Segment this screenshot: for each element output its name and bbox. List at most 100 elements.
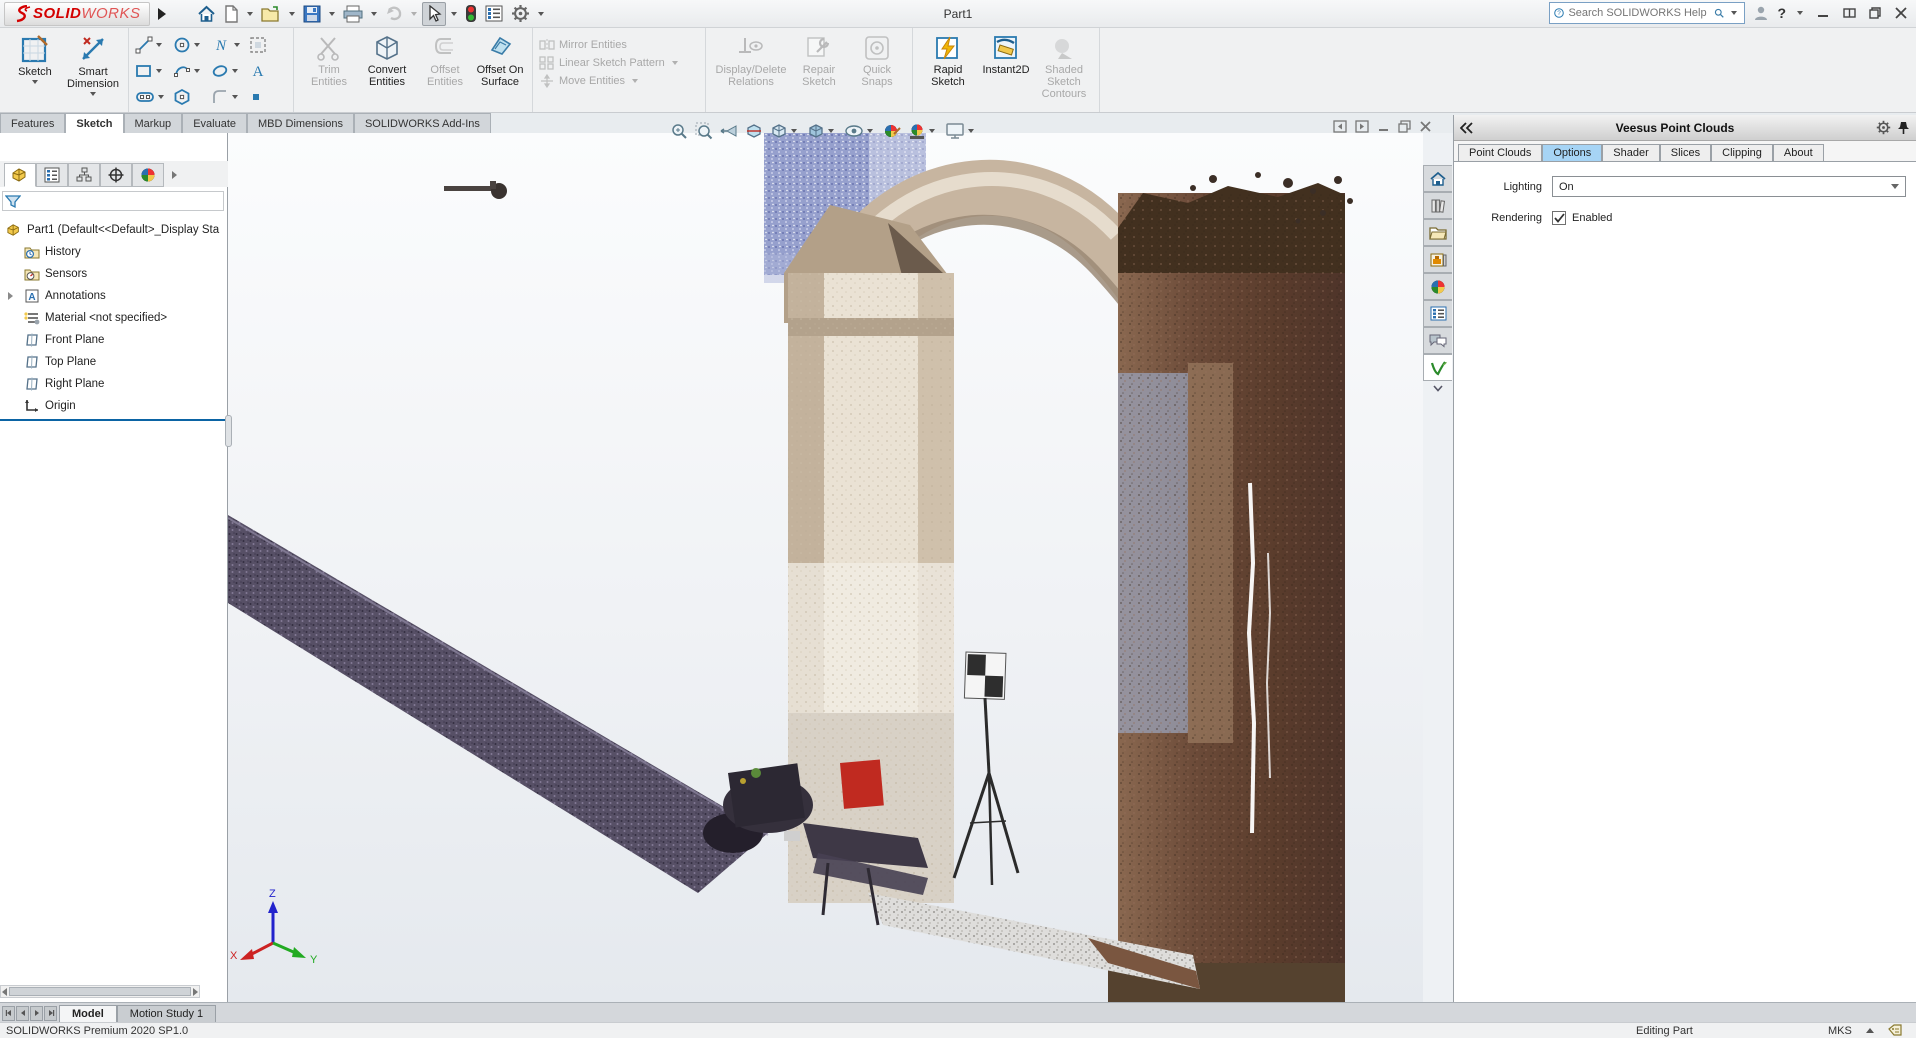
line-tool-dropdown[interactable]: [156, 43, 162, 47]
rebuild-button[interactable]: [462, 2, 480, 26]
fillet-tool[interactable]: [211, 88, 249, 106]
status-units-selector[interactable]: MKS: [1828, 1024, 1903, 1037]
document-close-icon[interactable]: [1419, 120, 1432, 133]
appearances-scenes-tab[interactable]: [1423, 273, 1452, 300]
edit-appearance-button[interactable]: [881, 122, 903, 140]
view-orientation-button[interactable]: [768, 122, 802, 140]
search-dropdown[interactable]: [1731, 11, 1737, 15]
tree-item-origin[interactable]: Origin: [0, 395, 228, 417]
resize-button[interactable]: [1840, 4, 1858, 22]
veesus-tab-about[interactable]: About: [1773, 144, 1824, 161]
rectangle-tool-dropdown[interactable]: [156, 69, 162, 73]
tab-features[interactable]: Features: [0, 113, 65, 133]
sketch-dropdown[interactable]: [32, 80, 38, 84]
document-minimize-icon[interactable]: [1377, 120, 1390, 133]
linear-pattern-dropdown[interactable]: [672, 61, 678, 65]
ellipse-tool-dropdown[interactable]: [232, 69, 238, 73]
polygon-tool[interactable]: [173, 88, 211, 106]
circle-tool-dropdown[interactable]: [194, 43, 200, 47]
file-properties-button[interactable]: [482, 2, 506, 26]
tab-solidworks-add-ins[interactable]: SOLIDWORKS Add-Ins: [354, 113, 491, 133]
view-settings-dropdown[interactable]: [968, 129, 974, 133]
tree-filter-field[interactable]: [2, 191, 224, 211]
veesus-tab-clipping[interactable]: Clipping: [1711, 144, 1773, 161]
smart-dimension-button[interactable]: Smart Dimension: [64, 32, 122, 96]
display-delete-relations-button[interactable]: Display/Delete Relations: [712, 32, 790, 88]
display-manager-tab[interactable]: [132, 163, 164, 187]
line-tool[interactable]: [135, 36, 173, 54]
design-library-tab[interactable]: [1423, 192, 1452, 219]
view-palette-tab[interactable]: [1423, 246, 1452, 273]
graphics-viewport[interactable]: Z X Y: [228, 133, 1423, 1002]
slot-tool[interactable]: [135, 89, 173, 105]
fillet-tool-dropdown[interactable]: [232, 95, 238, 99]
document-restore-icon[interactable]: [1398, 120, 1411, 133]
repair-sketch-button[interactable]: Repair Sketch: [790, 32, 848, 88]
motion-study-tab[interactable]: Motion Study 1: [117, 1005, 216, 1022]
shaded-sketch-contours-button[interactable]: Shaded Sketch Contours: [1035, 32, 1093, 100]
circle-tool[interactable]: [173, 36, 211, 54]
close-button[interactable]: [1892, 4, 1910, 22]
tree-item-history[interactable]: History: [0, 241, 228, 263]
sketch-button[interactable]: Sketch: [6, 32, 64, 84]
view-orientation-dropdown[interactable]: [791, 129, 797, 133]
scroll-right-icon[interactable]: [193, 988, 198, 996]
veesus-tab-options[interactable]: Options: [1542, 144, 1602, 161]
save-button[interactable]: [300, 2, 324, 26]
spline-tool-dropdown[interactable]: [234, 43, 240, 47]
help-dropdown[interactable]: [1797, 11, 1803, 15]
new-document-button[interactable]: [221, 2, 242, 26]
move-entities-dropdown[interactable]: [632, 79, 638, 83]
home-button[interactable]: [194, 2, 219, 26]
tree-root-part[interactable]: Part1 (Default<<Default>_Display Sta: [0, 219, 228, 241]
convert-entities-button[interactable]: Convert Entities: [358, 32, 416, 88]
pin-pane-icon[interactable]: [1897, 121, 1910, 135]
rendering-enabled-checkbox[interactable]: [1552, 211, 1566, 225]
help-menu[interactable]: ?: [1777, 5, 1786, 21]
instant2d-button[interactable]: Instant2D: [977, 32, 1035, 76]
scrollbar-thumb[interactable]: [9, 987, 191, 996]
tree-item-annotations[interactable]: A Annotations: [0, 285, 228, 307]
solidworks-resources-tab[interactable]: [1423, 165, 1452, 192]
offset-entities-button[interactable]: Offset Entities: [416, 32, 474, 88]
window-previous-icon[interactable]: [1333, 120, 1347, 133]
lighting-select[interactable]: On: [1552, 176, 1906, 197]
dimxpert-manager-tab[interactable]: [100, 163, 132, 187]
arc-tool[interactable]: [173, 62, 211, 80]
user-account-icon[interactable]: [1753, 5, 1769, 21]
zoom-to-area-button[interactable]: [693, 122, 715, 140]
tab-markup[interactable]: Markup: [124, 113, 183, 133]
new-document-dropdown[interactable]: [247, 12, 253, 16]
minimize-button[interactable]: [1814, 4, 1832, 22]
panel-splitter-handle[interactable]: [225, 415, 232, 447]
collapse-pane-icon[interactable]: [1460, 122, 1474, 134]
file-explorer-tab[interactable]: [1423, 219, 1452, 246]
rapid-sketch-button[interactable]: Rapid Sketch: [919, 32, 977, 88]
help-search-box[interactable]: ?: [1549, 2, 1745, 24]
tree-item-front-plane[interactable]: Front Plane: [0, 329, 228, 351]
veesus-tab-shader[interactable]: Shader: [1602, 144, 1659, 161]
text-tool[interactable]: A: [249, 62, 287, 80]
open-dropdown[interactable]: [289, 12, 295, 16]
tree-item-top-plane[interactable]: Top Plane: [0, 351, 228, 373]
apply-scene-dropdown[interactable]: [929, 129, 935, 133]
first-tab-icon[interactable]: [2, 1006, 15, 1021]
last-tab-icon[interactable]: [44, 1006, 57, 1021]
property-manager-tab[interactable]: [36, 163, 68, 187]
hide-show-items-button[interactable]: [842, 122, 878, 140]
logo-flyout-arrow[interactable]: [158, 8, 166, 20]
tree-item-material[interactable]: Material <not specified>: [0, 307, 228, 329]
spline-tool[interactable]: N: [211, 36, 249, 54]
custom-properties-tab[interactable]: [1423, 300, 1452, 327]
display-style-dropdown[interactable]: [828, 129, 834, 133]
previous-tab-icon[interactable]: [16, 1006, 29, 1021]
tab-evaluate[interactable]: Evaluate: [182, 113, 247, 133]
options-gear-button[interactable]: [508, 2, 533, 26]
sketch-picture-tool[interactable]: [249, 36, 287, 54]
open-button[interactable]: [258, 2, 284, 26]
quick-snaps-button[interactable]: Quick Snaps: [848, 32, 906, 88]
ellipse-tool[interactable]: [211, 62, 249, 80]
print-dropdown[interactable]: [371, 12, 377, 16]
task-pane-collapse-chevron[interactable]: [1423, 381, 1452, 395]
view-settings-button[interactable]: [943, 122, 979, 140]
